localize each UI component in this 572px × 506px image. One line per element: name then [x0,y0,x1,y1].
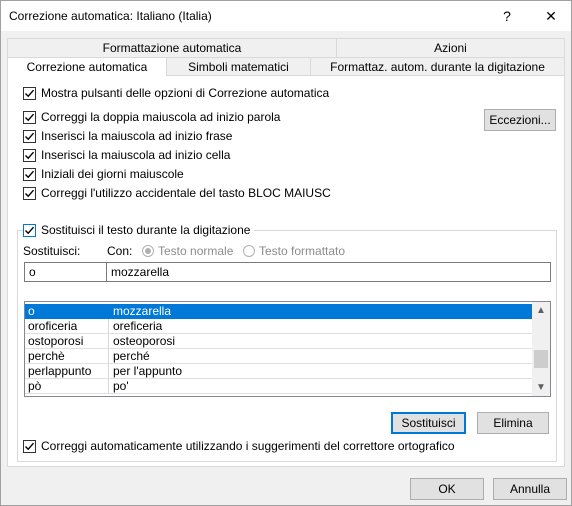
checkbox[interactable] [23,129,36,143]
formatted-text-radio[interactable]: Testo formattato [243,244,345,258]
replace-input[interactable]: o [24,262,107,282]
window-title: Correzione automatica: Italiano (Italia) [9,9,212,23]
list-item-from: pò [25,379,109,394]
exceptions-button[interactable]: Eccezioni... [484,109,556,131]
scroll-up-icon[interactable]: ▲ [532,302,550,319]
checkbox[interactable] [23,86,36,100]
capitalize-cell-option[interactable]: Inserisci la maiuscola ad inizio cella [23,147,230,163]
checkbox[interactable] [23,186,36,200]
list-item-to: osteoporosi [109,334,532,349]
close-icon[interactable]: ✕ [531,1,571,31]
capitalize-days-option[interactable]: Iniziali dei giorni maiuscole [23,166,184,182]
scroll-thumb[interactable] [534,350,548,368]
spellcheck-label: Correggi automaticamente utilizzando i s… [41,439,455,453]
radio-button[interactable] [142,245,154,257]
list-item[interactable]: oroficeria oreficeria [25,319,532,334]
show-buttons-option[interactable]: Mostra pulsanti delle opzioni di Correzi… [23,85,329,101]
list-item-to: per l'appunto [109,364,532,379]
radio-button[interactable] [243,245,255,257]
title-bar: Correzione automatica: Italiano (Italia)… [1,1,571,31]
caps-lock-label: Correggi l'utilizzo accidentale del tast… [41,186,331,200]
list-item[interactable]: perchè perché [25,349,532,364]
checkbox[interactable] [23,439,36,453]
list-item[interactable]: ostoporosi osteoporosi [25,334,532,349]
capitalize-days-label: Iniziali dei giorni maiuscole [41,167,184,181]
cancel-button[interactable]: Annulla [493,478,567,500]
list-scrollbar[interactable]: ▲ ▼ [532,302,550,396]
checkbox[interactable] [23,148,36,162]
with-input[interactable]: mozzarella [106,262,551,282]
checkbox[interactable] [23,223,36,237]
plain-text-radio[interactable]: Testo normale [142,244,233,258]
list-item-from: ostoporosi [25,334,109,349]
capitalize-sentence-label: Inserisci la maiuscola ad inizio frase [41,129,233,143]
list-item-to: mozzarella [109,304,532,319]
autocorrect-dialog: Correzione automatica: Italiano (Italia)… [0,0,572,506]
replace-label: Sostituisci: [23,244,81,258]
spellcheck-option[interactable]: Correggi automaticamente utilizzando i s… [23,438,455,454]
checkbox[interactable] [23,110,36,124]
list-item-to: oreficeria [109,319,532,334]
delete-button[interactable]: Elimina [477,412,549,434]
list-item[interactable]: o mozzarella [25,304,532,319]
two-initial-caps-label: Correggi la doppia maiuscola ad inizio p… [41,110,281,124]
list-item-to: po' [109,379,532,394]
help-button[interactable]: ? [487,1,527,31]
tab-formattaz-autom[interactable]: Formattaz. autom. durante la digitazione [310,57,565,77]
formatted-text-label: Testo formattato [259,244,346,258]
plain-text-label: Testo normale [158,244,234,258]
scroll-down-icon[interactable]: ▼ [532,379,550,396]
with-label: Con: [107,244,133,258]
replace-text-option[interactable]: Sostituisci il testo durante la digitazi… [23,222,255,238]
show-buttons-label: Mostra pulsanti delle opzioni di Correzi… [41,86,330,100]
list-item[interactable]: perlappunto per l'appunto [25,364,532,379]
capitalize-cell-label: Inserisci la maiuscola ad inizio cella [41,148,231,162]
replacement-list[interactable]: o mozzarella oroficeria oreficeria ostop… [24,301,551,397]
list-item-from: perchè [25,349,109,364]
list-item[interactable]: pò po' [25,379,532,394]
checkbox[interactable] [23,167,36,181]
list-item-from: perlappunto [25,364,109,379]
tab-simboli-matematici[interactable]: Simboli matematici [166,57,311,77]
tab-azioni[interactable]: Azioni [336,38,565,58]
capitalize-sentence-option[interactable]: Inserisci la maiuscola ad inizio frase [23,128,232,144]
two-initial-caps-option[interactable]: Correggi la doppia maiuscola ad inizio p… [23,109,280,125]
replace-button[interactable]: Sostituisci [391,412,466,434]
ok-button[interactable]: OK [410,478,484,500]
list-item-from: oroficeria [25,319,109,334]
tab-correzione-automatica[interactable]: Correzione automatica [7,57,167,76]
tab-formattazione-automatica[interactable]: Formattazione automatica [7,38,337,58]
caps-lock-option[interactable]: Correggi l'utilizzo accidentale del tast… [23,185,331,201]
list-item-from: o [25,304,109,319]
replace-text-label: Sostituisci il testo durante la digitazi… [41,223,251,237]
list-item-to: perché [109,349,532,364]
